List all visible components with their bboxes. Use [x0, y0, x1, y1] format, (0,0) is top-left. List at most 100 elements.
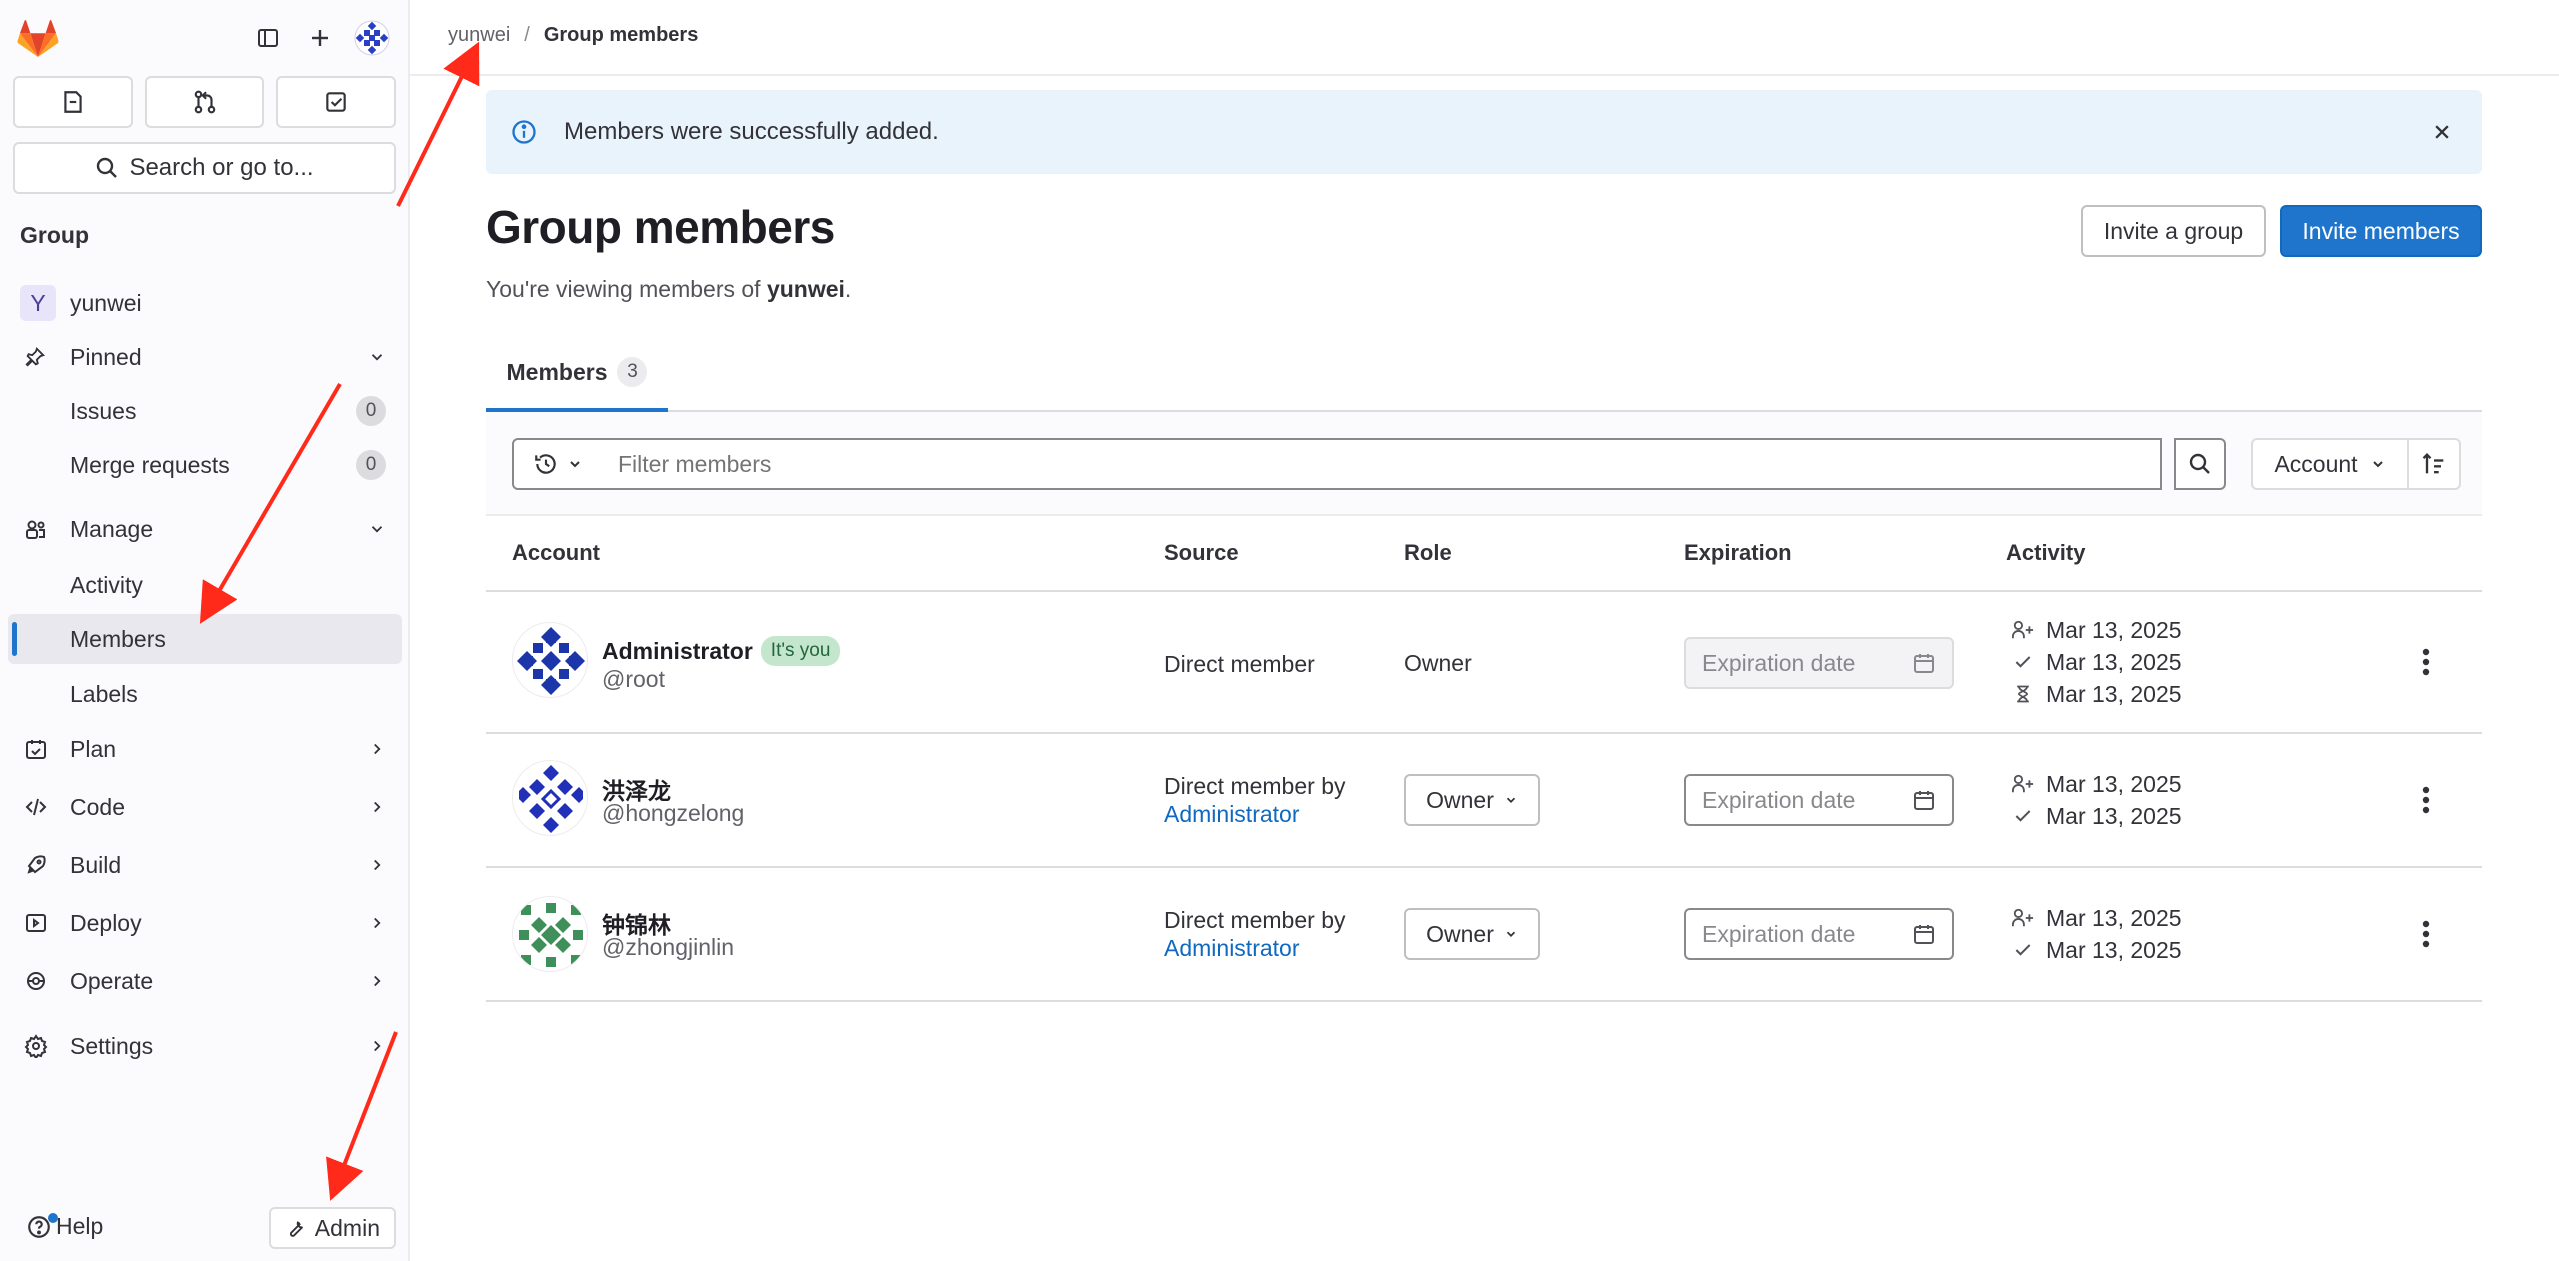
breadcrumb-separator: / — [524, 24, 530, 46]
sidebar-item-labels[interactable]: Labels — [8, 669, 402, 719]
sidebar-item-label: Labels — [70, 680, 138, 707]
filter-members-input[interactable] — [602, 438, 2162, 490]
member-source: Direct member — [1164, 651, 1315, 677]
expiration-date-input[interactable]: Expiration date — [1684, 774, 1954, 826]
invite-group-button[interactable]: Invite a group — [2081, 205, 2266, 257]
members-table: Account Source Role Expiration Activity … — [486, 516, 2482, 1002]
member-username: @hongzelong — [602, 800, 745, 826]
quick-actions — [13, 76, 397, 128]
help-button[interactable]: Help — [26, 1213, 103, 1240]
alert-message: Members were successfully added. — [564, 118, 939, 145]
source-user-link[interactable]: Administrator — [1164, 801, 1299, 827]
search-button[interactable]: Search or go to... — [13, 142, 396, 194]
table-row: Administrator It's you @root Direct memb… — [486, 592, 2482, 734]
deployments-icon — [26, 914, 46, 932]
breadcrumb-current[interactable]: Group members — [544, 24, 698, 47]
sidebar-section-title: Group — [20, 222, 89, 248]
its-you-badge: It's you — [760, 636, 841, 666]
expiration-date-input[interactable]: Expiration date — [1684, 908, 1954, 960]
member-actions-button[interactable] — [2406, 914, 2446, 954]
sidebar: Search or go to... Group Y yunwei Pinned… — [0, 0, 410, 1261]
chevron-down-icon — [371, 354, 383, 361]
sidebar-item-activity[interactable]: Activity — [8, 560, 402, 610]
todo-list-button[interactable] — [276, 76, 397, 128]
sidebar-item-label: Activity — [70, 571, 143, 598]
member-activity: Mar 13, 2025 Mar 13, 2025 Mar 13, 2025 — [2010, 614, 2182, 710]
invite-members-button[interactable]: Invite members — [2280, 205, 2482, 257]
column-header-account[interactable]: Account — [512, 540, 600, 566]
sidebar-toggle-icon[interactable] — [246, 16, 290, 60]
sidebar-item-issues[interactable]: Issues 0 — [8, 386, 402, 436]
sidebar-item-label: Build — [70, 851, 122, 878]
check-icon — [2015, 656, 2031, 668]
hourglass-icon — [2017, 685, 2029, 703]
recent-searches-dropdown[interactable] — [512, 438, 604, 490]
search-label: Search or go to... — [129, 154, 314, 181]
member-role: Owner — [1404, 650, 1472, 676]
sidebar-item-manage[interactable]: Manage — [8, 504, 402, 554]
member-actions-button[interactable] — [2406, 780, 2446, 820]
tab-members[interactable]: Members 3 — [486, 336, 668, 412]
avatar[interactable] — [512, 896, 588, 972]
sidebar-item-merge-requests[interactable]: Merge requests 0 — [8, 440, 402, 490]
search-icon — [97, 157, 118, 178]
sidebar-item-members[interactable]: Members — [8, 614, 402, 664]
last-sign-in: Mar 13, 2025 — [2046, 648, 2182, 675]
ellipsis-vertical-icon — [2422, 786, 2430, 814]
member-since: Mar 13, 2025 — [2046, 904, 2182, 931]
sidebar-item-label: Manage — [70, 515, 154, 542]
sidebar-item-label: Deploy — [70, 909, 142, 936]
chevron-down-icon — [2372, 461, 2383, 468]
breadcrumb: yunwei / Group members — [448, 24, 698, 47]
search-submit-button[interactable] — [2174, 438, 2226, 490]
avatar[interactable] — [512, 760, 588, 836]
sidebar-item-settings[interactable]: Settings — [8, 1021, 402, 1071]
expiration-placeholder: Expiration date — [1702, 786, 1856, 813]
table-row: 钟锦林 @zhongjinlin Direct member by Admini… — [486, 868, 2482, 1002]
admin-label: Admin — [314, 1214, 380, 1241]
role-dropdown[interactable]: Owner — [1404, 908, 1540, 960]
expiration-date-input: Expiration date — [1684, 637, 1954, 689]
sidebar-item-plan[interactable]: Plan — [8, 724, 402, 774]
member-actions-button[interactable] — [2406, 642, 2446, 682]
sidebar-item-pinned[interactable]: Pinned — [8, 332, 402, 382]
sidebar-item-group[interactable]: Y yunwei — [8, 278, 402, 328]
member-name[interactable]: Administrator It's you — [602, 636, 841, 666]
member-since: Mar 13, 2025 — [2046, 770, 2182, 797]
user-avatar-icon[interactable] — [350, 16, 394, 60]
users-icon — [26, 520, 45, 539]
sidebar-footer: Help Admin — [20, 1207, 396, 1249]
sidebar-item-code[interactable]: Code — [8, 782, 402, 832]
sidebar-item-label: Operate — [70, 967, 154, 994]
role-dropdown[interactable]: Owner — [1404, 774, 1540, 826]
merge-requests-count-badge: 0 — [356, 450, 386, 480]
info-icon — [512, 120, 536, 144]
expiration-placeholder: Expiration date — [1702, 649, 1856, 676]
help-label: Help — [56, 1213, 104, 1239]
column-header-role[interactable]: Role — [1404, 540, 1452, 566]
dismiss-alert-button[interactable] — [2426, 116, 2458, 148]
code-icon — [25, 798, 47, 816]
merge-request-icon — [194, 90, 215, 114]
sidebar-item-build[interactable]: Build — [8, 840, 402, 890]
breadcrumb-group-link[interactable]: yunwei — [448, 24, 510, 47]
sidebar-item-label: Members — [70, 625, 166, 652]
source-user-link[interactable]: Administrator — [1164, 935, 1299, 961]
calendar-icon — [1914, 791, 1934, 810]
member-activity: Mar 13, 2025 Mar 13, 2025 — [2010, 768, 2182, 832]
member-source: Direct member by Administrator — [1164, 772, 1345, 828]
user-plus-icon — [2012, 774, 2034, 793]
sidebar-item-deploy[interactable]: Deploy — [8, 898, 402, 948]
assigned-issues-button[interactable] — [13, 76, 133, 128]
sort-direction-button[interactable] — [2407, 438, 2461, 490]
chevron-right-icon — [374, 859, 381, 871]
sort-field-dropdown[interactable]: Account — [2251, 438, 2409, 490]
source-text: Direct member by — [1164, 907, 1346, 933]
admin-button[interactable]: Admin — [268, 1207, 396, 1249]
gitlab-logo-icon[interactable] — [16, 20, 60, 58]
calendar-icon — [1914, 925, 1934, 944]
merge-requests-button[interactable] — [144, 76, 265, 128]
create-new-icon[interactable] — [298, 16, 342, 60]
sidebar-item-operate[interactable]: Operate — [8, 956, 402, 1006]
avatar[interactable] — [512, 622, 588, 698]
